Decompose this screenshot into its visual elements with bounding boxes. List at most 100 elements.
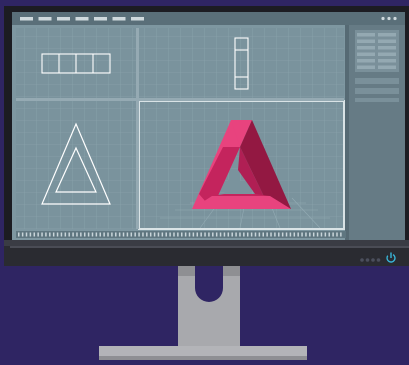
- panel-row-label: [357, 59, 375, 63]
- window-controls: [381, 16, 397, 21]
- timeline-tick: [169, 232, 171, 237]
- timeline-tick: [115, 232, 117, 237]
- timeline-tick: [200, 232, 202, 237]
- timeline-tick: [103, 232, 105, 237]
- menu-item[interactable]: [75, 17, 89, 21]
- panel-field[interactable]: [355, 88, 399, 94]
- timeline-tick: [188, 232, 191, 237]
- timeline-tick: [332, 232, 334, 237]
- timeline-tick: [134, 232, 136, 237]
- timeline-tick: [184, 232, 187, 237]
- menu-item[interactable]: [38, 17, 52, 21]
- viewport-top[interactable]: [16, 28, 136, 98]
- timeline-tick: [293, 232, 296, 237]
- timeline-tick: [165, 232, 167, 237]
- timeline-tick: [246, 232, 249, 237]
- viewport-divider[interactable]: [136, 28, 139, 229]
- timeline-tick: [297, 232, 299, 237]
- indicator-dot: [371, 258, 375, 262]
- menu-item[interactable]: [112, 17, 126, 21]
- panel-row-value[interactable]: [378, 59, 396, 63]
- panel-field[interactable]: [355, 98, 399, 102]
- timeline-tick: [215, 232, 218, 237]
- panel-row-label: [357, 65, 375, 69]
- bezel-highlight: [10, 246, 409, 248]
- timeline-tick: [95, 232, 98, 237]
- timeline-tick: [196, 232, 199, 237]
- window-dot[interactable]: [393, 16, 397, 21]
- menu-item[interactable]: [131, 17, 144, 21]
- timeline-tick: [320, 232, 323, 237]
- panel-field[interactable]: [355, 78, 399, 84]
- timeline-tick: [266, 232, 268, 237]
- panel-row-value[interactable]: [378, 39, 396, 44]
- panel-row-label: [357, 52, 375, 56]
- timeline-tick: [68, 232, 70, 237]
- timeline-tick: [76, 232, 78, 237]
- viewport-side[interactable]: [139, 28, 344, 98]
- indicator-dot: [376, 258, 381, 262]
- timeline-tick: [21, 232, 24, 237]
- timeline-tick: [281, 232, 284, 237]
- menu-items: [20, 17, 144, 21]
- panel-row-value[interactable]: [378, 52, 396, 57]
- timeline-tick: [107, 232, 109, 237]
- timeline-tick: [258, 232, 261, 237]
- menu-item[interactable]: [94, 17, 107, 21]
- window-dot[interactable]: [387, 16, 391, 21]
- timeline-tick: [126, 232, 129, 237]
- timeline-tick: [91, 232, 94, 237]
- timeline-tick: [223, 232, 226, 237]
- viewport-front[interactable]: [16, 101, 136, 229]
- timeline-tick: [285, 232, 288, 237]
- window-dot[interactable]: [381, 16, 385, 21]
- viewport-perspective[interactable]: [138, 100, 345, 230]
- timeline-tick: [146, 232, 148, 237]
- timeline-tick: [316, 232, 319, 237]
- panel-row-value[interactable]: [378, 33, 396, 37]
- timeline-tick: [45, 232, 47, 237]
- monitor-illustration: [0, 0, 409, 365]
- timeline-tick: [122, 232, 125, 237]
- timeline-tick: [309, 232, 311, 237]
- timeline-tick: [312, 232, 315, 237]
- timeline-tick: [340, 232, 342, 237]
- timeline-tick: [231, 232, 233, 237]
- timeline-tick: [33, 232, 36, 237]
- viewport-divider[interactable]: [16, 98, 344, 101]
- indicator-dot: [360, 258, 364, 262]
- timeline-tick: [289, 232, 292, 237]
- panel-row-value[interactable]: [378, 46, 396, 50]
- menu-item[interactable]: [57, 17, 70, 21]
- timeline-tick: [138, 232, 140, 237]
- timeline-tick: [52, 232, 55, 237]
- timeline-tick: [130, 232, 133, 237]
- timeline-tick: [301, 232, 303, 237]
- timeline-tick: [80, 232, 82, 237]
- timeline-tick: [235, 232, 237, 237]
- timeline-tick: [262, 232, 264, 237]
- timeline-tick: [243, 232, 245, 237]
- timeline-tick: [212, 232, 214, 237]
- panel-row-value[interactable]: [378, 65, 396, 70]
- timeline-tick: [18, 232, 20, 237]
- timeline-tick: [270, 232, 272, 237]
- timeline-tick: [60, 232, 63, 237]
- timeline-tick: [99, 232, 101, 237]
- panel-row-label: [357, 39, 375, 43]
- timeline-tick: [87, 232, 90, 237]
- stand-cable-hole: [195, 266, 223, 302]
- panel-row-label: [357, 33, 375, 37]
- timeline-tick: [328, 232, 330, 237]
- timeline-tick: [181, 232, 183, 237]
- menu-item[interactable]: [20, 17, 33, 21]
- timeline-tick: [37, 232, 39, 237]
- timeline-tick: [25, 232, 28, 237]
- timeline-tick: [111, 232, 113, 237]
- properties-panel: [345, 25, 405, 240]
- timeline-tick: [173, 232, 175, 237]
- timeline-tick: [161, 232, 164, 237]
- timeline-tick: [56, 232, 59, 237]
- timeline-tick: [153, 232, 156, 237]
- timeline-tick: [83, 232, 86, 237]
